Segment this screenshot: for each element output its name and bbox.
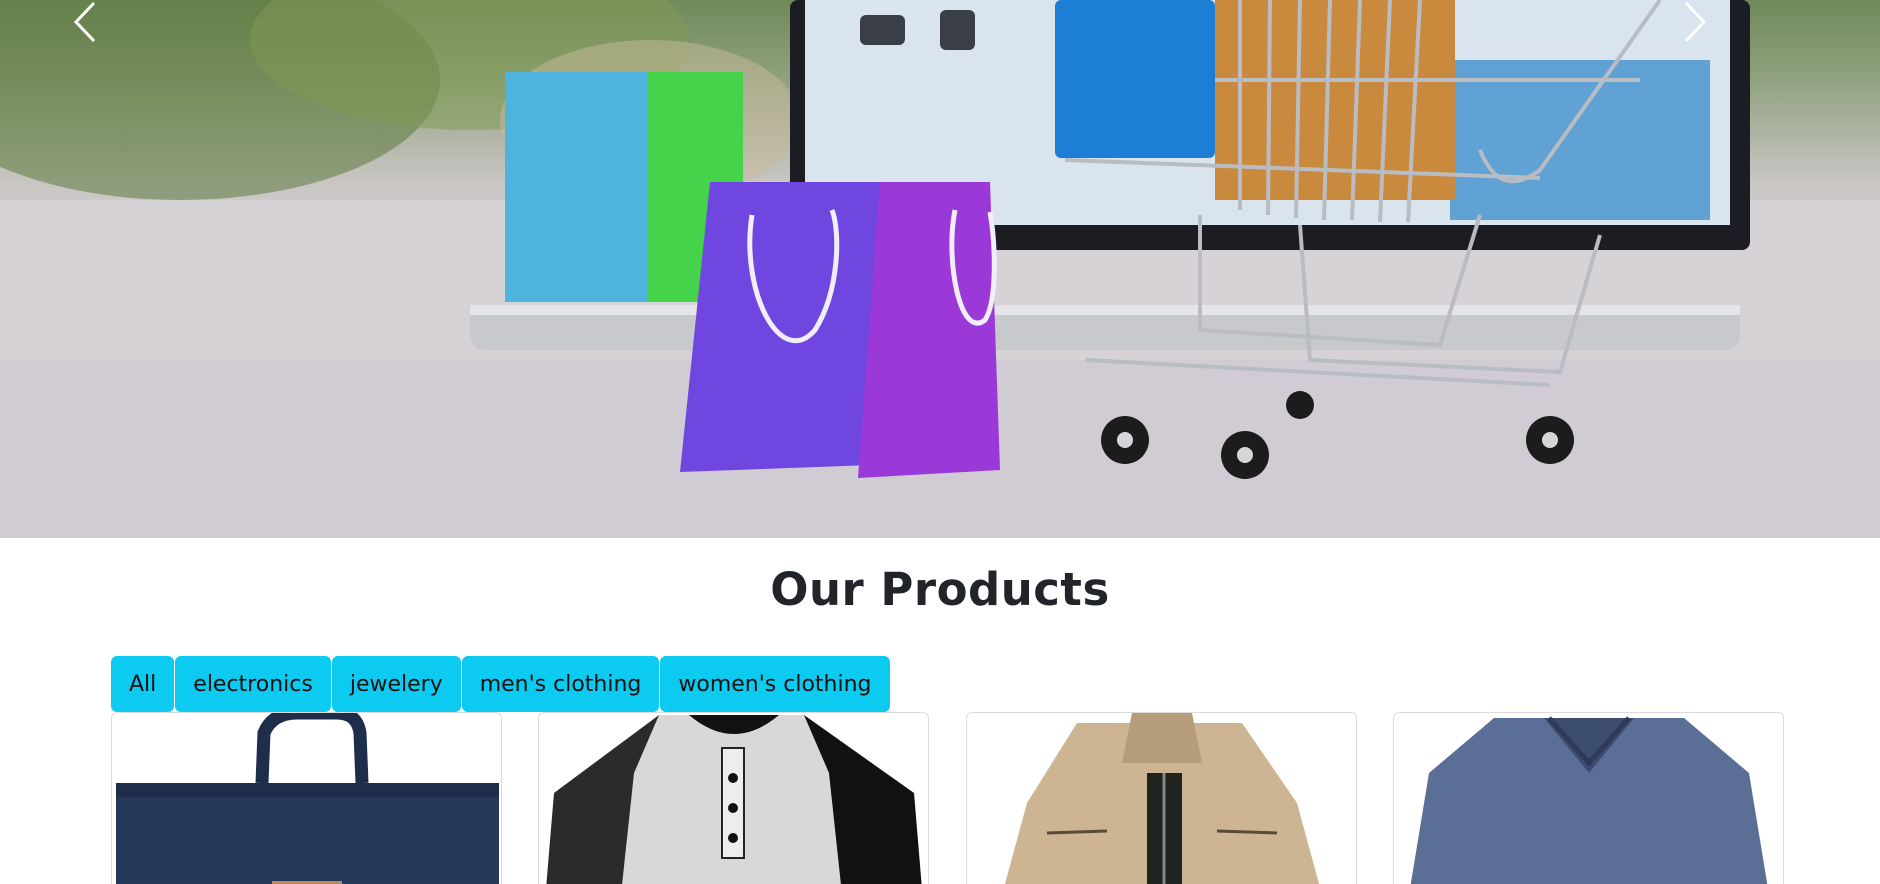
product-image-backpack [116,713,499,884]
product-card[interactable] [1393,712,1784,884]
product-card[interactable] [111,712,502,884]
carousel-next-button[interactable] [1682,0,1822,90]
category-filter-group: All electronics jewelery men's clothing … [111,656,891,712]
filter-all-button[interactable]: All [111,656,175,712]
page-title: Our Products [770,563,1110,616]
hero-carousel [0,0,1880,538]
product-image-raglan-shirt [546,715,922,884]
carousel-prev-button[interactable] [72,0,212,90]
product-image-beige-jacket [1004,713,1320,884]
filter-mens-clothing-button[interactable]: men's clothing [461,656,660,712]
filter-electronics-button[interactable]: electronics [175,656,331,712]
filter-jewelery-button[interactable]: jewelery [331,656,461,712]
chevron-right-icon [1684,1,1707,43]
chevron-left-icon [73,1,96,43]
product-card[interactable] [538,712,929,884]
hero-image [0,0,1880,538]
filter-womens-clothing-button[interactable]: women's clothing [660,656,890,712]
product-image-blue-tshirt [1410,716,1768,884]
product-card[interactable] [966,712,1357,884]
